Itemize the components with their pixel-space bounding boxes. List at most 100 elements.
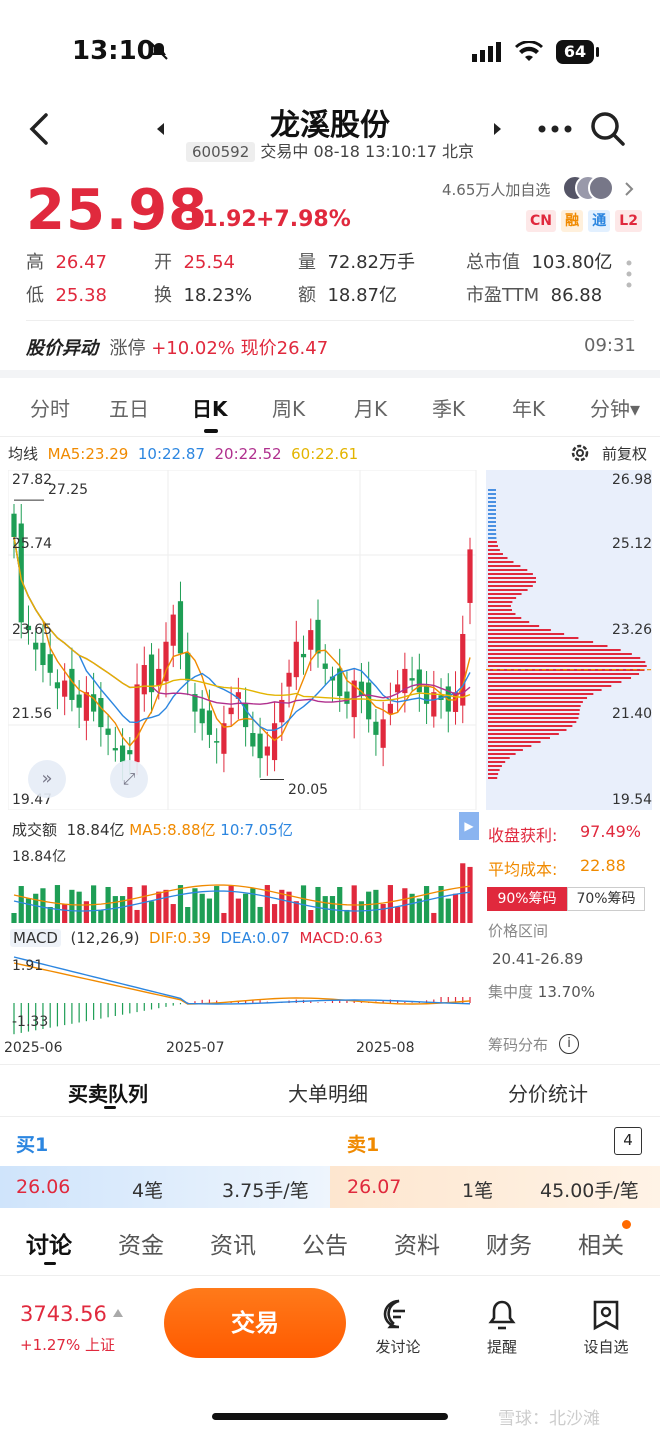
candlestick-chart[interactable] (8, 470, 480, 810)
watcher-avatars[interactable] (562, 175, 614, 201)
candle (54, 682, 61, 689)
index-value[interactable]: 3743.56 (20, 1302, 107, 1326)
volume-bar (271, 904, 278, 923)
volume-bar (308, 910, 314, 923)
tab-financials[interactable]: 财务 (486, 1226, 532, 1260)
tab-intraday[interactable]: 分时 (30, 393, 70, 422)
candle (156, 668, 162, 686)
tab-chip-70[interactable]: 70%筹码 (567, 887, 645, 911)
candle (308, 630, 314, 650)
candle (300, 653, 307, 658)
more-icon[interactable] (538, 124, 572, 134)
candle (257, 733, 263, 759)
collapse-icon[interactable]: » (28, 760, 66, 798)
alert-time: 09:31 (584, 335, 636, 356)
amount-metric: 额 18.87亿 (298, 281, 397, 307)
remind-label[interactable]: 提醒 (462, 1336, 542, 1357)
volume-bar (452, 893, 459, 923)
buy1-avg: 3.75手/笔 (222, 1180, 309, 1202)
tab-chip-90[interactable]: 90%筹码 (487, 887, 567, 911)
fullscreen-icon[interactable]: ⤢ (110, 760, 148, 798)
tab-related[interactable]: 相关 (578, 1226, 624, 1260)
candle (293, 641, 299, 678)
price-alert[interactable]: 股价异动 涨停 +10.02% 现价26.47 (26, 334, 328, 360)
candle (416, 669, 422, 693)
tab-news[interactable]: 资讯 (210, 1226, 256, 1260)
macd-params: (12,26,9) (70, 929, 140, 947)
discuss-icon[interactable] (382, 1298, 416, 1332)
tab-quarterly[interactable]: 季K (432, 393, 465, 422)
watchers-count[interactable]: 4.65万人加自选 (442, 179, 550, 200)
level-selector[interactable]: 4 (614, 1127, 642, 1155)
volume-bar (431, 912, 437, 923)
chevron-right-icon[interactable] (624, 181, 634, 197)
avg-cost-label: 平均成本: (488, 860, 558, 879)
search-icon[interactable] (590, 111, 626, 147)
tab-5day[interactable]: 五日 (109, 393, 149, 422)
info-icon[interactable]: i (559, 1034, 579, 1054)
profit-label: 收盘获利: (488, 826, 558, 845)
volume-bar (380, 904, 386, 923)
turnover-label: 换 (154, 285, 172, 306)
tab-order-queue[interactable]: 买卖队列 (68, 1078, 148, 1107)
tab-large-orders[interactable]: 大单明细 (288, 1078, 368, 1107)
volume-bar (387, 885, 393, 923)
expand-panel-icon[interactable]: ▶ (459, 812, 479, 840)
candle (199, 708, 205, 724)
price-tick-4: 21.56 (12, 706, 53, 722)
volume-metric: 量 72.82万手 (298, 248, 415, 274)
home-indicator[interactable] (212, 1413, 448, 1420)
low-mark-label: 20.05 (288, 782, 329, 798)
alert-now: 现价26.47 (240, 338, 329, 359)
trade-status: 交易中 08-18 13:10:17 北京 (260, 142, 474, 161)
volume-bar (366, 891, 372, 923)
candle (409, 678, 415, 681)
tab-announcements[interactable]: 公告 (302, 1226, 348, 1260)
tab-price-stats[interactable]: 分价统计 (508, 1078, 588, 1107)
x-tick-1: 2025-06 (4, 1040, 63, 1056)
ma20-line (13, 536, 471, 705)
volume-ma10-line (13, 890, 471, 912)
tab-profile[interactable]: 资料 (394, 1226, 440, 1260)
tab-monthly[interactable]: 月K (354, 393, 387, 422)
volume-bar (163, 889, 169, 923)
volume-bar (105, 886, 111, 923)
volume-bar (170, 904, 176, 923)
volume-bar (395, 907, 401, 923)
chip-dist-label: 筹码分布 (488, 1036, 549, 1054)
tab-minute[interactable]: 分钟▾ (590, 393, 640, 422)
volume-ma5: MA5:8.88亿 (129, 821, 216, 839)
dea-line (13, 956, 471, 1005)
macd-label[interactable]: MACD (10, 929, 61, 947)
tab-discussion[interactable]: 讨论 (26, 1226, 72, 1260)
volume-legend-value: 18.84亿 (66, 821, 125, 839)
bell-icon[interactable] (486, 1298, 518, 1332)
candle (423, 685, 430, 704)
volume-bar (293, 901, 299, 923)
high-label: 高 (26, 252, 44, 273)
tab-weekly[interactable]: 周K (272, 393, 305, 422)
watchlist-label[interactable]: 设自选 (566, 1336, 646, 1357)
trade-button[interactable]: 交易 (164, 1288, 346, 1358)
trade-info: 600592 交易中 08-18 13:10:17 北京 (186, 138, 474, 162)
next-stock-icon[interactable] (493, 122, 503, 136)
chip-tick-4: 21.40 (612, 706, 653, 722)
price-change-pct: +7.98% (256, 207, 351, 232)
tab-yearly[interactable]: 年K (512, 393, 545, 422)
adjust-mode[interactable]: 前复权 (602, 443, 647, 464)
discuss-label[interactable]: 发讨论 (358, 1336, 438, 1357)
candle (395, 684, 401, 693)
ma20-value: 20:22.52 (214, 445, 282, 463)
candle (214, 741, 220, 743)
pe-label: 市盈TTM (466, 285, 540, 306)
expand-dots-icon[interactable] (626, 260, 632, 288)
divider (0, 1064, 660, 1065)
candle (344, 691, 350, 704)
settings-gear-icon[interactable] (570, 443, 590, 463)
tab-daily[interactable]: 日K (192, 393, 228, 422)
add-watchlist-icon[interactable] (590, 1298, 622, 1332)
ma10-value: 10:22.87 (137, 445, 205, 463)
volume-bar (76, 891, 82, 923)
pe-metric: 市盈TTM 86.88 (466, 281, 602, 307)
tab-funds[interactable]: 资金 (118, 1226, 164, 1260)
